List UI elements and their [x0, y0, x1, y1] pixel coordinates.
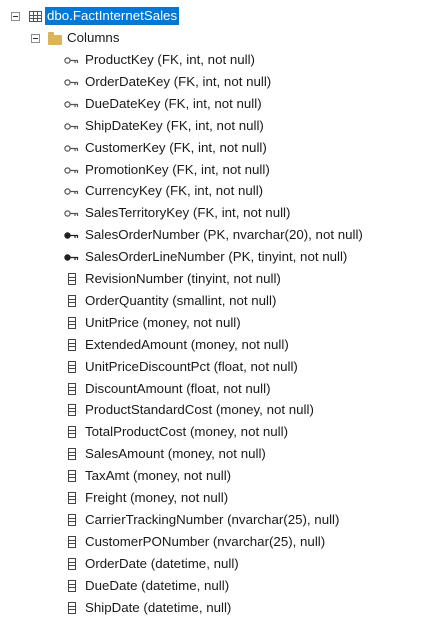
column-node[interactable]: OrderDate (datetime, null) — [0, 553, 427, 575]
column-icon — [68, 492, 76, 504]
columns-folder-label[interactable]: Columns — [67, 27, 119, 49]
column-icon — [68, 294, 76, 307]
column-node[interactable]: SalesOrderLineNumber (PK, tinyint, not n… — [0, 246, 427, 268]
column-icon — [68, 426, 76, 439]
column-label[interactable]: DueDate (datetime, null) — [85, 575, 229, 597]
column-label[interactable]: CustomerKey (FK, int, not null) — [85, 137, 267, 159]
column-label[interactable]: CustomerPONumber (nvarchar(25), null) — [85, 531, 325, 553]
column-node[interactable]: DueDateKey (FK, int, not null) — [0, 93, 427, 115]
column-node[interactable]: ProductStandardCost (money, not null) — [0, 399, 427, 421]
column-node[interactable]: UnitPrice (money, not null) — [0, 312, 427, 334]
column-label[interactable]: RevisionNumber (tinyint, not null) — [85, 268, 281, 290]
column-node[interactable]: OrderDateKey (FK, int, not null) — [0, 71, 427, 93]
column-icon — [68, 470, 76, 483]
column-icon — [68, 360, 76, 373]
column-node[interactable]: RevisionNumber (tinyint, not null) — [0, 268, 427, 290]
columns-folder-node[interactable]: Columns — [0, 27, 427, 49]
column-label[interactable]: OrderQuantity (smallint, not null) — [85, 290, 276, 312]
column-node[interactable]: ExtendedAmount (money, not null) — [0, 334, 427, 356]
column-label[interactable]: ShipDateKey (FK, int, not null) — [85, 115, 264, 137]
column-label[interactable]: SalesOrderLineNumber (PK, tinyint, not n… — [85, 246, 347, 268]
column-node[interactable]: PromotionKey (FK, int, not null) — [0, 159, 427, 181]
column-icon — [68, 382, 76, 395]
column-icon — [68, 448, 76, 461]
column-label[interactable]: SalesAmount (money, not null) — [85, 443, 266, 465]
column-label[interactable]: ProductStandardCost (money, not null) — [85, 399, 314, 421]
pk-key-icon — [64, 254, 79, 261]
column-node[interactable]: DueDate (datetime, null) — [0, 575, 427, 597]
column-icon — [68, 579, 76, 592]
column-label[interactable]: OrderDate (datetime, null) — [85, 553, 239, 575]
table-label[interactable]: dbo.FactInternetSales — [45, 7, 180, 25]
column-node[interactable]: CarrierTrackingNumber (nvarchar(25), nul… — [0, 509, 427, 531]
object-explorer-tree: dbo.FactInternetSales Columns ProductKey… — [0, 0, 427, 623]
fk-key-icon — [64, 122, 79, 130]
fk-key-icon — [64, 188, 79, 196]
column-label[interactable]: PromotionKey (FK, int, not null) — [85, 159, 270, 181]
column-label[interactable]: ExtendedAmount (money, not null) — [85, 334, 289, 356]
table-icon — [29, 11, 42, 22]
column-icon — [68, 601, 76, 614]
column-icon — [68, 513, 76, 526]
table-node[interactable]: dbo.FactInternetSales — [0, 5, 427, 27]
column-node[interactable]: CurrencyKey (FK, int, not null) — [0, 180, 427, 202]
fk-key-icon — [64, 210, 79, 217]
pk-key-icon — [64, 232, 79, 239]
column-label[interactable]: Freight (money, not null) — [85, 487, 228, 509]
column-node[interactable]: CustomerKey (FK, int, not null) — [0, 137, 427, 159]
column-node[interactable]: DiscountAmount (float, not null) — [0, 378, 427, 400]
column-node[interactable]: ShipDate (datetime, null) — [0, 597, 427, 619]
column-label[interactable]: CurrencyKey (FK, int, not null) — [85, 180, 263, 202]
column-icon — [68, 557, 76, 570]
fk-key-icon — [64, 57, 79, 64]
column-icon — [68, 404, 76, 417]
collapse-toggle-icon[interactable] — [31, 34, 40, 43]
column-node[interactable]: TotalProductCost (money, not null) — [0, 421, 427, 443]
column-node[interactable]: SalesOrderNumber (PK, nvarchar(20), not … — [0, 224, 427, 246]
column-label[interactable]: UnitPrice (money, not null) — [85, 312, 241, 334]
column-label[interactable]: CarrierTrackingNumber (nvarchar(25), nul… — [85, 509, 339, 531]
column-icon — [68, 273, 76, 285]
column-node[interactable]: ShipDateKey (FK, int, not null) — [0, 115, 427, 137]
fk-key-icon — [64, 166, 79, 174]
collapse-toggle-icon[interactable] — [11, 12, 20, 21]
column-label[interactable]: TaxAmt (money, not null) — [85, 465, 231, 487]
column-node[interactable]: UnitPriceDiscountPct (float, not null) — [0, 356, 427, 378]
column-label[interactable]: SalesOrderNumber (PK, nvarchar(20), not … — [85, 224, 363, 246]
column-label[interactable]: SalesTerritoryKey (FK, int, not null) — [85, 202, 290, 224]
column-node[interactable]: ProductKey (FK, int, not null) — [0, 49, 427, 71]
fk-key-icon — [64, 79, 79, 86]
column-label[interactable]: OrderDateKey (FK, int, not null) — [85, 71, 271, 93]
fk-key-icon — [64, 101, 79, 108]
fk-key-icon — [64, 144, 79, 152]
column-label[interactable]: DueDateKey (FK, int, not null) — [85, 93, 262, 115]
folder-icon — [48, 32, 62, 45]
column-node[interactable]: CustomerPONumber (nvarchar(25), null) — [0, 531, 427, 553]
column-label[interactable]: UnitPriceDiscountPct (float, not null) — [85, 356, 298, 378]
column-label[interactable]: ProductKey (FK, int, not null) — [85, 49, 255, 71]
column-node[interactable]: TaxAmt (money, not null) — [0, 465, 427, 487]
column-node[interactable]: Freight (money, not null) — [0, 487, 427, 509]
column-icon — [68, 535, 76, 548]
column-label[interactable]: DiscountAmount (float, not null) — [85, 378, 271, 400]
column-icon — [68, 338, 76, 351]
column-label[interactable]: TotalProductCost (money, not null) — [85, 421, 288, 443]
column-node[interactable]: SalesTerritoryKey (FK, int, not null) — [0, 202, 427, 224]
column-icon — [68, 316, 76, 329]
column-node[interactable]: SalesAmount (money, not null) — [0, 443, 427, 465]
column-label[interactable]: ShipDate (datetime, null) — [85, 597, 231, 619]
column-node[interactable]: OrderQuantity (smallint, not null) — [0, 290, 427, 312]
